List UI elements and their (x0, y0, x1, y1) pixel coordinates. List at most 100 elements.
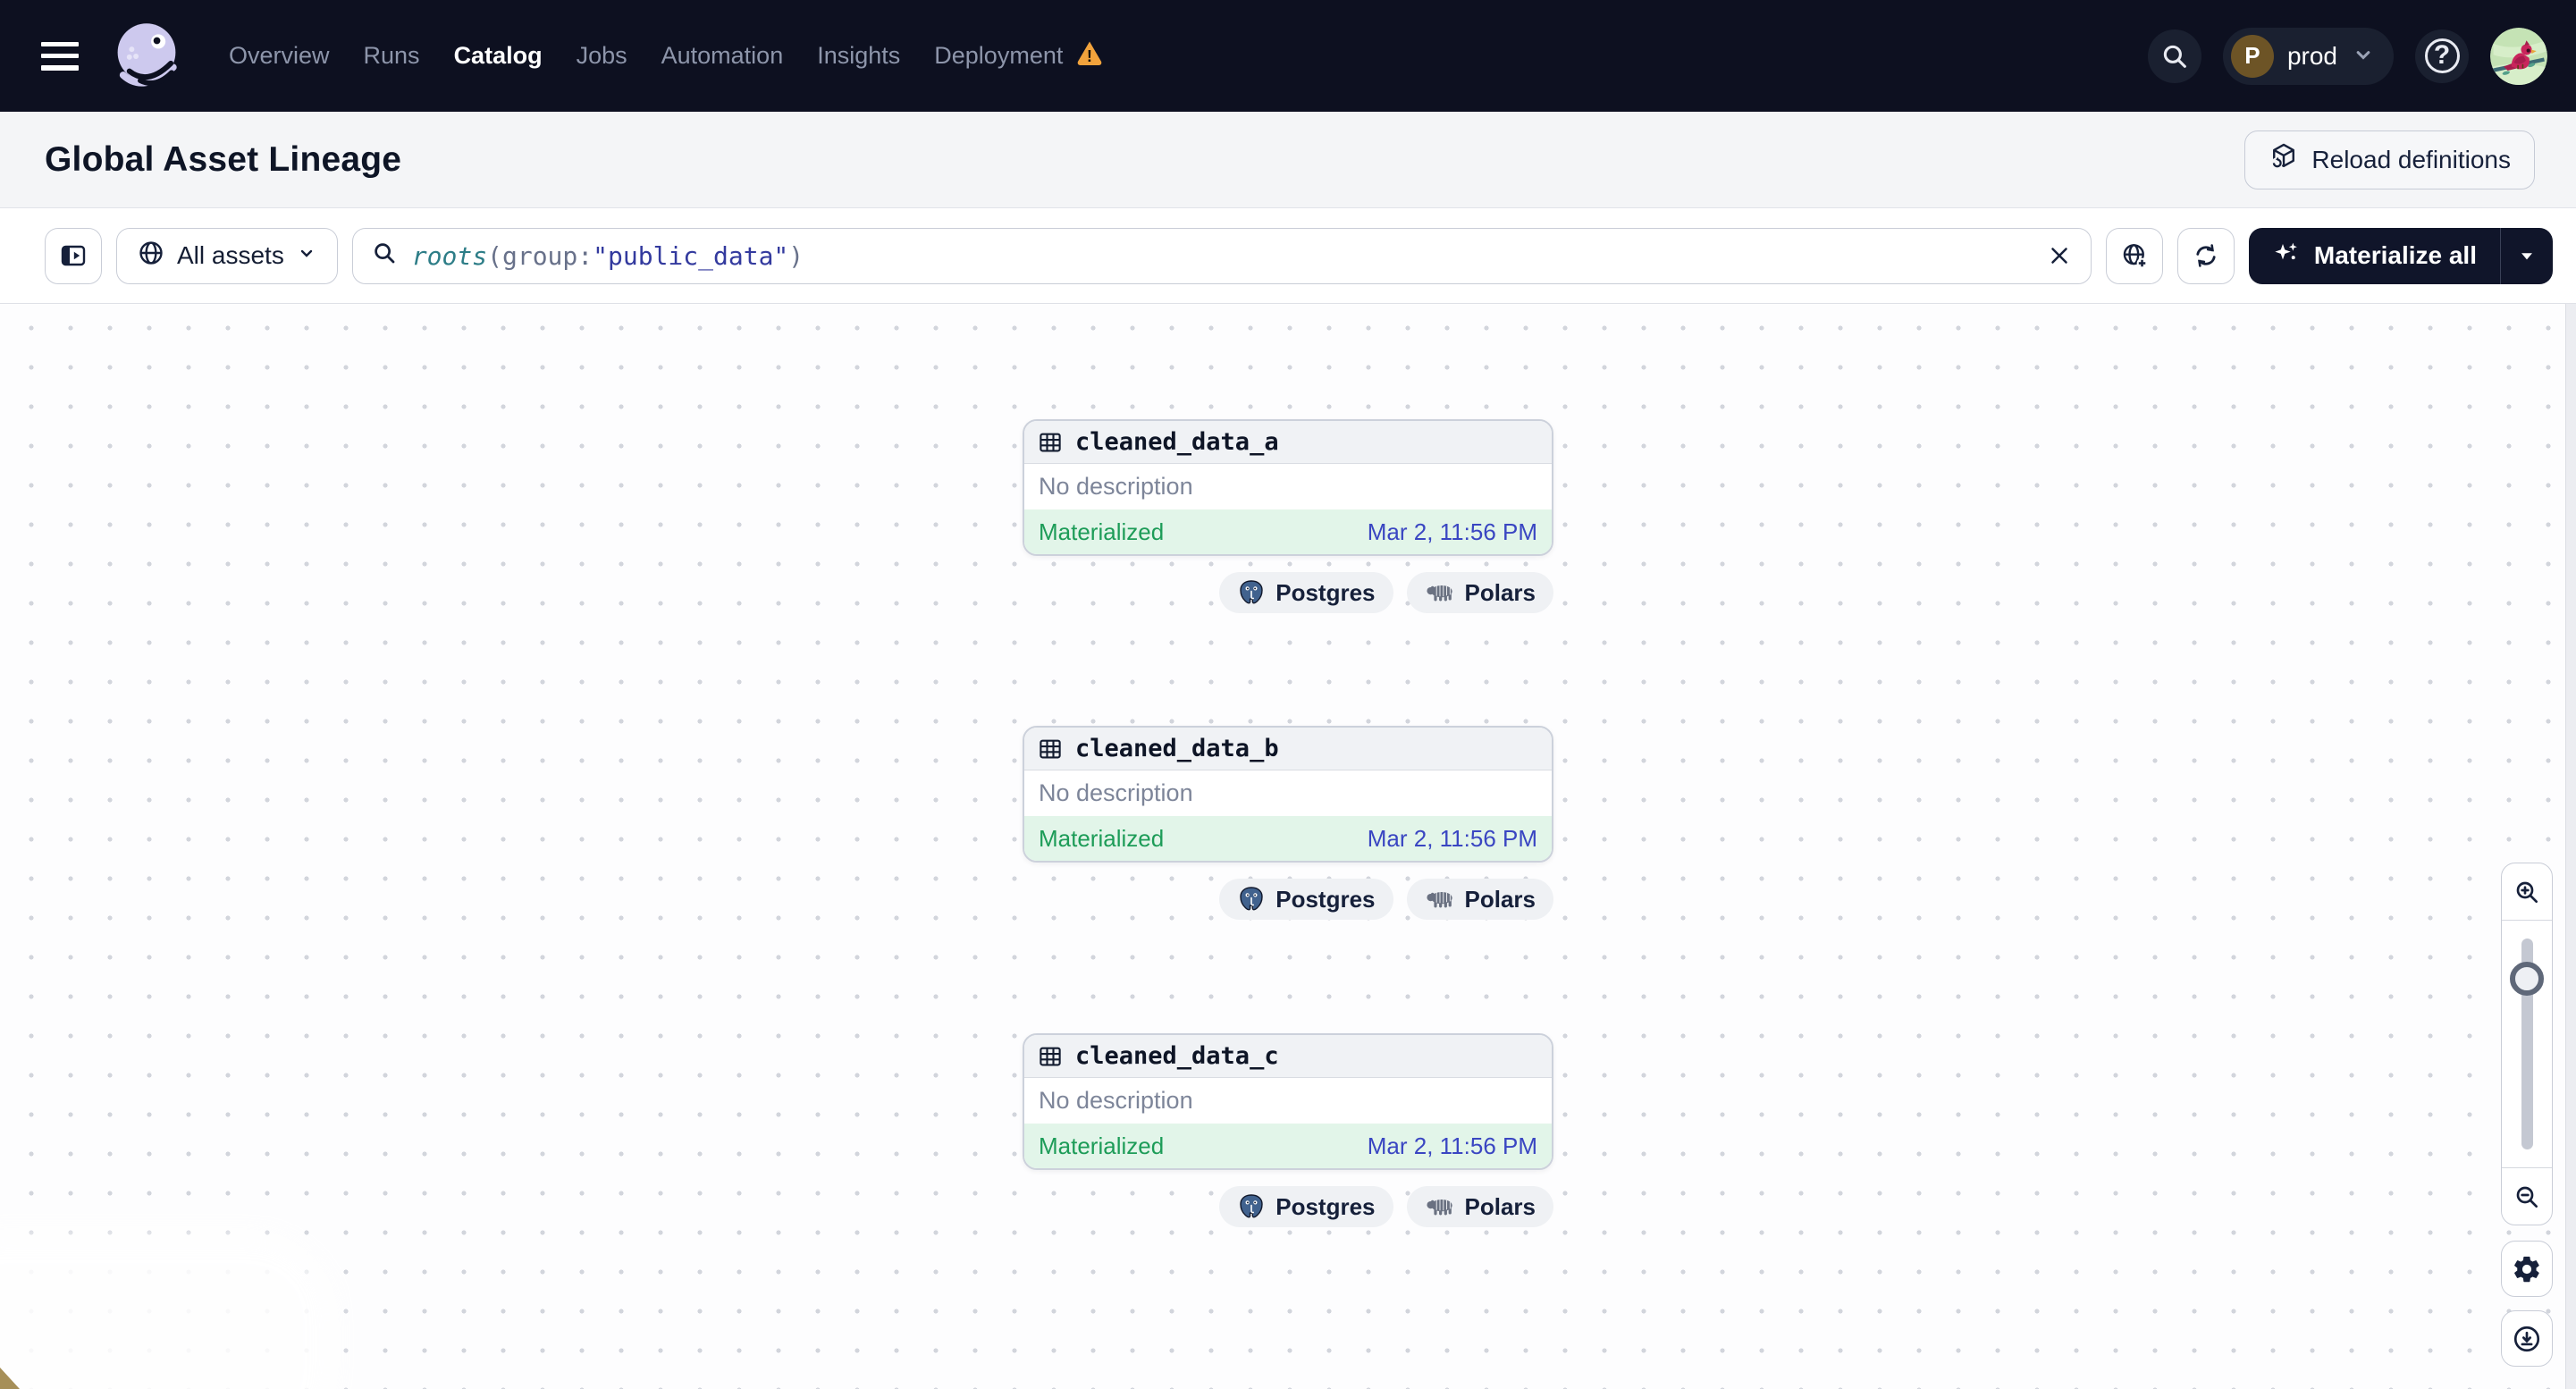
asset-node-header: cleaned_data_b (1024, 728, 1552, 770)
asset-status-row: Materialized Mar 2, 11:56 PM (1024, 1124, 1552, 1168)
gear-icon (2514, 1256, 2539, 1282)
clear-query-icon[interactable] (2046, 242, 2073, 269)
asset-node-cleaned-data-b[interactable]: cleaned_data_b No description Materializ… (1023, 726, 1553, 863)
asset-node-cleaned-data-a[interactable]: cleaned_data_a No description Materializ… (1023, 419, 1553, 556)
download-graph-button[interactable] (2501, 1310, 2553, 1367)
open-left-panel-button[interactable] (45, 227, 102, 284)
lineage-canvas[interactable]: cleaned_data_a No description Materializ… (0, 304, 2576, 1389)
asset-name: cleaned_data_c (1075, 1042, 1279, 1070)
status-badge: Materialized (1039, 1132, 1165, 1159)
tag-label: Polars (1464, 578, 1536, 606)
materialize-all-label: Materialize all (2313, 241, 2477, 269)
dagster-logo-icon (109, 19, 184, 94)
new-catalog-view-button[interactable] (2105, 227, 2163, 284)
corner-glare (0, 1237, 331, 1389)
search-icon (371, 240, 398, 273)
materialization-timestamp: Mar 2, 11:56 PM (1367, 518, 1537, 545)
top-nav: Overview Runs Catalog Jobs Automation In… (0, 0, 2576, 112)
chevron-down-icon (2351, 42, 2376, 70)
tag-postgres[interactable]: Postgres (1219, 1186, 1393, 1227)
refresh-button[interactable] (2176, 227, 2235, 284)
tag-label: Polars (1464, 1192, 1536, 1220)
right-panel-edge (2565, 304, 2576, 1389)
asset-description: No description (1039, 779, 1193, 806)
sidebar-expand-icon (61, 245, 86, 266)
postgres-icon (1240, 580, 1263, 604)
page-title: Global Asset Lineage (45, 139, 402, 179)
asset-selection-input[interactable]: roots(group:"public_data") (351, 227, 2092, 284)
asset-status-row: Materialized Mar 2, 11:56 PM (1024, 816, 1552, 861)
refresh-icon (2196, 244, 2216, 267)
postgres-icon (1240, 887, 1263, 911)
table-icon (1040, 739, 1061, 758)
corner-wedge (0, 1368, 20, 1389)
nav-item-automation[interactable]: Automation (661, 42, 784, 70)
environment-avatar: P (2230, 34, 2274, 78)
user-avatar[interactable] (2490, 27, 2547, 85)
nav-item-overview[interactable]: Overview (229, 42, 330, 70)
zoom-slider-track[interactable] (2510, 939, 2544, 1149)
tag-polars[interactable]: Polars (1406, 572, 1553, 613)
zoom-out-button[interactable] (2502, 1167, 2552, 1225)
postgres-icon (1240, 1194, 1263, 1218)
help-icon[interactable]: ? (2415, 29, 2469, 83)
zoom-in-button[interactable] (2502, 863, 2552, 921)
reload-definitions-label: Reload definitions (2311, 145, 2511, 173)
query-key: group: (501, 240, 593, 271)
tag-polars[interactable]: Polars (1406, 879, 1553, 920)
zoom-slider-knob[interactable] (2510, 962, 2544, 996)
asset-scope-dropdown[interactable]: All assets (116, 227, 338, 284)
globe-plus-icon (2123, 244, 2148, 269)
table-icon (1040, 433, 1061, 451)
asset-node-header: cleaned_data_c (1024, 1035, 1552, 1078)
tag-postgres[interactable]: Postgres (1219, 572, 1393, 613)
asset-tags-row: Postgres Polars (1023, 1186, 1553, 1227)
svg-text:!: ! (1087, 46, 1092, 65)
graph-settings-button[interactable] (2501, 1241, 2553, 1297)
polars-icon (1426, 1199, 1452, 1216)
nav-item-deployment[interactable]: Deployment (934, 42, 1063, 70)
asset-name: cleaned_data_a (1075, 428, 1279, 456)
nav-item-catalog[interactable]: Catalog (454, 42, 543, 70)
tag-label: Postgres (1275, 578, 1376, 606)
query-text: roots(group:"public_data") (411, 240, 804, 271)
table-icon (1040, 1047, 1061, 1065)
polars-icon (1426, 891, 1452, 908)
polars-icon (1426, 585, 1452, 602)
menu-icon[interactable] (41, 40, 82, 72)
asset-description: No description (1039, 473, 1193, 500)
asset-scope-label: All assets (177, 241, 284, 269)
tag-label: Postgres (1275, 885, 1376, 913)
tag-postgres[interactable]: Postgres (1219, 879, 1393, 920)
page-header: Global Asset Lineage Reload definitions (0, 112, 2576, 208)
materialization-timestamp: Mar 2, 11:56 PM (1367, 824, 1537, 852)
zoom-controls (2501, 863, 2553, 1225)
nav-right: P prod ? (2147, 27, 2547, 85)
asset-name: cleaned_data_b (1075, 735, 1279, 762)
sparkles-icon (2272, 239, 2301, 274)
reload-definitions-button[interactable]: Reload definitions (2244, 130, 2535, 189)
nav-links: Overview Runs Catalog Jobs Automation In… (229, 38, 1105, 74)
search-icon[interactable] (2147, 29, 2201, 83)
nav-item-insights[interactable]: Insights (817, 42, 900, 70)
deployment-warning-icon: ! (1074, 38, 1105, 74)
tag-polars[interactable]: Polars (1406, 1186, 1553, 1227)
download-icon (2513, 1326, 2540, 1351)
status-badge: Materialized (1039, 824, 1165, 852)
chevron-down-icon (296, 241, 317, 270)
tag-label: Polars (1464, 885, 1536, 913)
environment-switcher[interactable]: P prod (2222, 27, 2394, 85)
materialize-options-caret[interactable] (2501, 228, 2553, 284)
zoom-in-icon (2516, 881, 2538, 903)
asset-node-header: cleaned_data_a (1024, 421, 1552, 464)
reload-cube-icon (2269, 141, 2299, 178)
zoom-slider[interactable] (2502, 921, 2552, 1167)
asset-node-cleaned-data-c[interactable]: cleaned_data_c No description Materializ… (1023, 1033, 1553, 1170)
asset-status-row: Materialized Mar 2, 11:56 PM (1024, 509, 1552, 554)
zoom-out-icon (2516, 1186, 2538, 1208)
materialize-all-button[interactable]: Materialize all (2249, 228, 2500, 284)
query-value: "public_data" (593, 240, 789, 271)
nav-item-runs[interactable]: Runs (364, 42, 420, 70)
nav-item-jobs[interactable]: Jobs (577, 42, 627, 70)
asset-tags-row: Postgres Polars (1023, 572, 1553, 613)
